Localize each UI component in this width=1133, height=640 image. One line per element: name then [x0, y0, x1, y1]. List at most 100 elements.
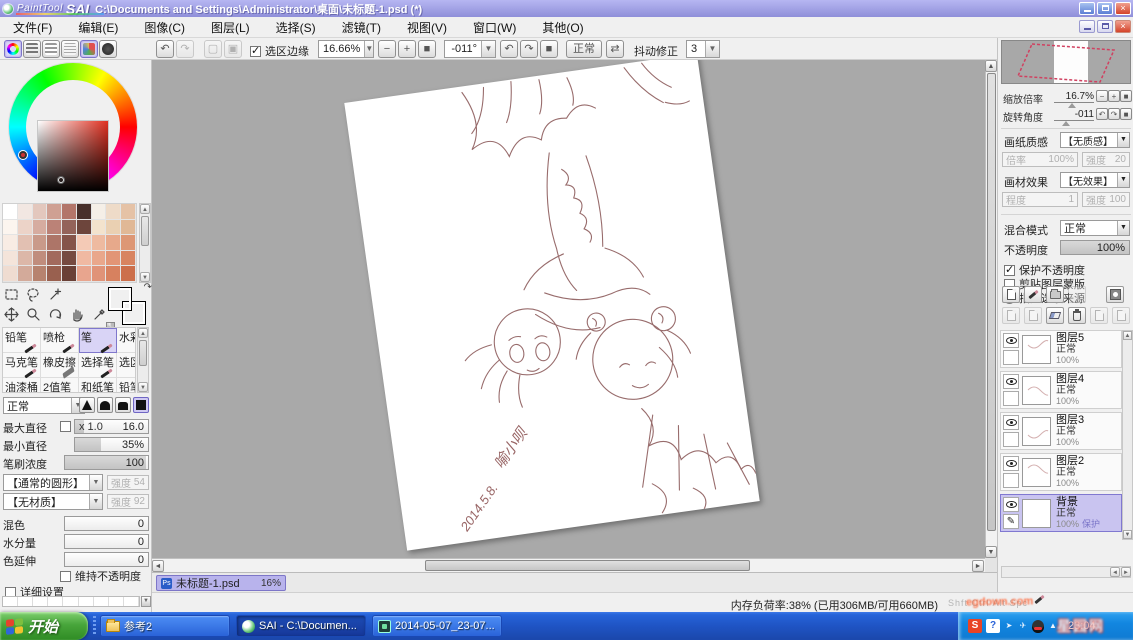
brush-mode-combo[interactable]: 正常 ▼ [3, 397, 85, 414]
brush-9[interactable]: 2值笔 [41, 378, 79, 393]
color-swatch-15[interactable] [92, 220, 107, 236]
color-swatch-1[interactable] [18, 204, 33, 220]
brush-shape-combo[interactable]: 【通常的圆形】 ▼ [3, 474, 103, 491]
mix-slider[interactable]: 0 [64, 534, 149, 549]
color-swatch-37[interactable] [18, 266, 33, 282]
menu-item-4[interactable]: 选择(S) [263, 19, 329, 36]
jitter-dropdown-icon[interactable]: ▼ [705, 41, 719, 57]
menu-item-5[interactable]: 滤镜(T) [329, 19, 394, 36]
brush-density-slider[interactable]: 100 [64, 455, 149, 470]
brush-grid-scrollbar[interactable]: ▲▼ [137, 327, 149, 393]
color-swatch-9[interactable] [3, 220, 18, 236]
menu-item-2[interactable]: 图像(C) [131, 19, 198, 36]
marquee-tool[interactable] [2, 285, 21, 304]
cursor-tray-icon[interactable]: ➤ [1004, 621, 1014, 631]
color-swatch-39[interactable] [47, 266, 62, 282]
layer-thumbnail[interactable] [1022, 376, 1051, 405]
nav-zoom-in-button[interactable]: + [1108, 90, 1120, 102]
layer-sub-toggle[interactable] [1003, 432, 1019, 447]
color-swatch-31[interactable] [62, 251, 77, 267]
sogou-tray-icon[interactable]: S [968, 619, 982, 633]
brush-texture-combo[interactable]: 【无材质】 ▼ [3, 493, 103, 510]
menu-item-1[interactable]: 编辑(E) [65, 19, 131, 36]
layer-opacity-slider[interactable]: 100% [1060, 240, 1130, 255]
menu-item-6[interactable]: 视图(V) [394, 19, 460, 36]
mixer-panel-button[interactable] [61, 40, 79, 58]
qq-tray-icon[interactable] [1032, 620, 1044, 633]
hue-marker[interactable] [19, 151, 27, 159]
color-swatch-6[interactable] [92, 204, 107, 220]
menu-item-0[interactable]: 文件(F) [0, 19, 65, 36]
new-layer-set-button[interactable] [1046, 286, 1064, 303]
color-swatch-16[interactable] [106, 220, 121, 236]
menu-item-3[interactable]: 图层(L) [198, 19, 263, 36]
undo-button[interactable]: ↶ [156, 40, 174, 58]
title-bar[interactable]: PaintTool SAI C:\Documents and Settings\… [0, 0, 1133, 17]
keep-opacity-toggle[interactable]: 维持不透明度 [60, 568, 141, 584]
layer-visibility-toggle[interactable] [1003, 415, 1019, 430]
zoom-combo[interactable]: 16.66% ▼ [318, 40, 374, 58]
brush-0[interactable]: 铅笔 [3, 328, 41, 353]
layer-thumbnail[interactable] [1022, 335, 1051, 364]
selection-edge-checkbox[interactable] [250, 46, 261, 57]
layer-row-图层5[interactable]: 图层5正常100% [1000, 330, 1122, 368]
layer-mask-button[interactable] [1106, 286, 1124, 303]
color-swatch-27[interactable] [3, 251, 18, 267]
layer-sub-toggle[interactable] [1003, 473, 1019, 488]
brush-11[interactable]: 铅笔30 [117, 378, 136, 393]
color-swatch-40[interactable] [62, 266, 77, 282]
canvas-horizontal-scrollbar[interactable]: ◄ ► [152, 558, 985, 572]
color-wheel-panel-button[interactable] [4, 40, 22, 58]
color-swatch-10[interactable] [18, 220, 33, 236]
color-swatch-23[interactable] [77, 235, 92, 251]
color-swatch-34[interactable] [106, 251, 121, 267]
layer-row-图层3[interactable]: 图层3正常100% [1000, 412, 1122, 450]
layer-checkbox[interactable] [1004, 265, 1015, 276]
keep-opacity-checkbox[interactable] [60, 571, 71, 582]
plane-tray-icon[interactable]: ✈ [1018, 621, 1028, 631]
layer-row-图层4[interactable]: 图层4正常100% [1000, 371, 1122, 409]
restore-button[interactable] [1097, 2, 1113, 15]
zoom-tool[interactable] [24, 305, 43, 324]
doc-minimize-button[interactable] [1079, 20, 1095, 33]
task-button-1[interactable]: SAI - C:\Documen... [236, 615, 366, 637]
brush-4[interactable]: 马克笔 [3, 353, 41, 378]
brush-3[interactable]: 水彩笔 [117, 328, 136, 353]
mix-slider[interactable]: 0 [64, 516, 149, 531]
task-button-2[interactable]: 2014-05-07_23-07... [372, 615, 502, 637]
color-swatch-13[interactable] [62, 220, 77, 236]
color-swatch-8[interactable] [121, 204, 136, 220]
menu-item-8[interactable]: 其他(O) [529, 19, 596, 36]
brush-10[interactable]: 和纸笔 [79, 378, 117, 393]
canvas-sheet[interactable]: 喻小呗 2014.5.8. [344, 60, 759, 551]
deselect-button[interactable]: ▢ [204, 40, 222, 58]
task-button-0[interactable]: 参考2 [100, 615, 230, 637]
delete-layer-button[interactable] [1068, 307, 1086, 324]
color-swatch-22[interactable] [62, 235, 77, 251]
color-swatch-33[interactable] [92, 251, 107, 267]
nav-rotate-reset-button[interactable]: ■ [1120, 108, 1132, 120]
panel-bottom-scrollbar[interactable]: ◄ ► [1001, 566, 1131, 578]
canvas-vertical-scrollbar[interactable]: ▲ ▼ [985, 60, 997, 558]
brush-1[interactable]: 喷枪 [41, 328, 79, 353]
menu-item-7[interactable]: 窗口(W) [460, 19, 529, 36]
color-swatch-36[interactable] [3, 266, 18, 282]
zoom-reset-button[interactable]: ■ [418, 40, 436, 58]
blend-mode-dropdown-icon[interactable]: ▼ [1117, 221, 1129, 235]
copy-layer-button[interactable] [1090, 307, 1108, 324]
merge-down-button[interactable] [1024, 307, 1042, 324]
color-swatch-3[interactable] [47, 204, 62, 220]
layer-visibility-toggle[interactable] [1003, 497, 1019, 512]
max-diameter-slider[interactable]: x 1.0 16.0 [74, 419, 149, 434]
quick-slot-bar[interactable] [2, 596, 140, 607]
scratchpad-panel-button[interactable] [99, 40, 117, 58]
color-swatch-4[interactable] [62, 204, 77, 220]
canvas-viewport[interactable]: 喻小呗 2014.5.8. [152, 60, 985, 558]
clear-layer-button[interactable] [1046, 307, 1064, 324]
layer-sub-toggle[interactable]: ✎ [1003, 514, 1019, 529]
zoom-dropdown-icon[interactable]: ▼ [364, 41, 373, 57]
color-swatch-11[interactable] [33, 220, 48, 236]
layer-thumbnail[interactable] [1022, 499, 1051, 528]
mix-slider[interactable]: 0 [64, 552, 149, 567]
brush-edge-soft-button[interactable] [115, 397, 131, 413]
